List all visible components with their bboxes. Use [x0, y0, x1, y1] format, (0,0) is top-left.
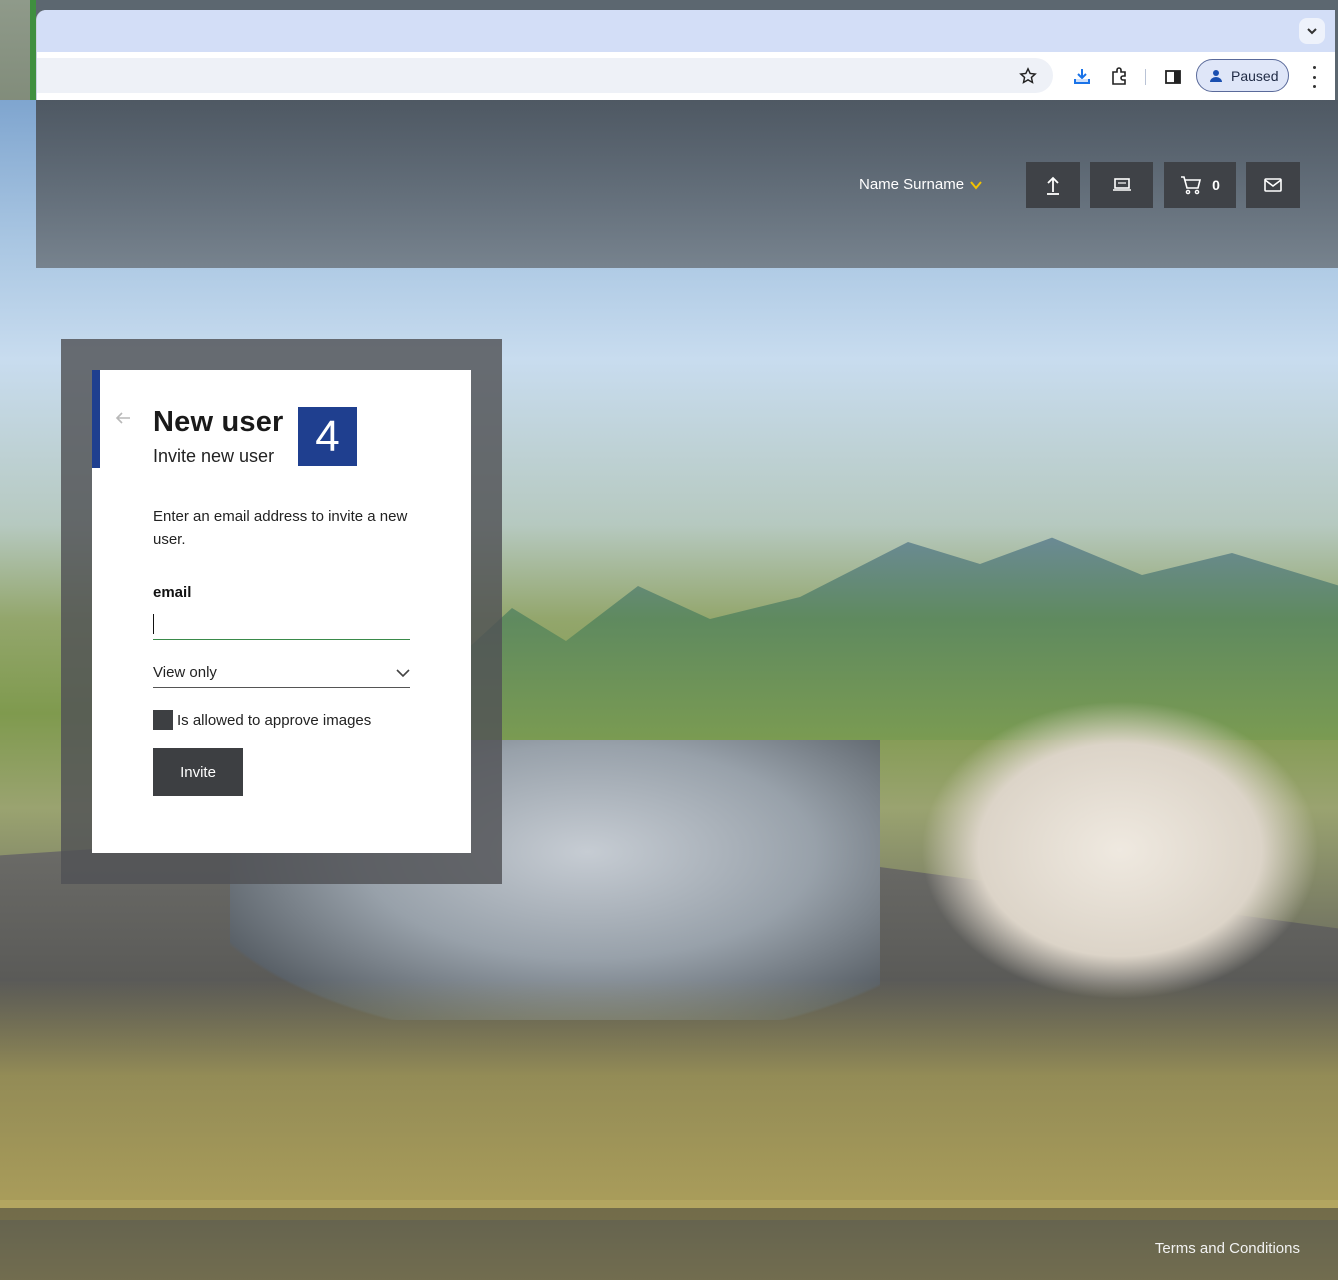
- background-cow: [920, 700, 1320, 1000]
- dialog-accent-bar: [92, 370, 100, 468]
- user-menu[interactable]: Name Surname: [859, 176, 982, 193]
- upload-button[interactable]: [1026, 162, 1080, 208]
- side-panel-icon[interactable]: [1162, 66, 1184, 88]
- site-footer: Terms and Conditions: [0, 1208, 1338, 1280]
- dialog-description: Enter an email address to invite a new u…: [153, 508, 408, 548]
- email-label: email: [153, 584, 192, 601]
- approve-images-label: Is allowed to approve images: [177, 711, 372, 729]
- background-grass: [0, 980, 1338, 1220]
- role-select-value: View only: [153, 664, 217, 681]
- dialog-subtitle: Invite new user: [153, 446, 275, 466]
- person-icon: [1210, 69, 1222, 82]
- new-user-dialog: New user Invite new user 4 Enter an emai…: [92, 370, 471, 853]
- cart-count: 0: [1212, 177, 1220, 193]
- upload-icon: [1047, 176, 1059, 195]
- tab-search-button[interactable]: [1299, 18, 1325, 44]
- lightbox-button[interactable]: [1090, 162, 1153, 208]
- browser-chrome: Paused: [36, 10, 1335, 100]
- profile-status-label: Paused: [1231, 67, 1279, 84]
- chevron-down-icon: [1307, 28, 1317, 35]
- download-icon[interactable]: [1071, 66, 1093, 88]
- browser-menu-icon[interactable]: [1309, 66, 1319, 88]
- approve-images-checkbox[interactable]: [153, 710, 173, 730]
- extensions-puzzle-icon[interactable]: [1108, 66, 1130, 88]
- back-arrow-icon[interactable]: [114, 410, 132, 426]
- messages-button[interactable]: [1246, 162, 1300, 208]
- terms-link[interactable]: Terms and Conditions: [1155, 1240, 1300, 1257]
- page: Name Surname 0 New user Invite new user …: [0, 100, 1338, 1280]
- dialog-title: New user: [153, 406, 284, 438]
- cart-button[interactable]: 0: [1164, 162, 1236, 208]
- invite-button[interactable]: Invite: [153, 748, 243, 796]
- chevron-down-icon: [970, 180, 982, 190]
- mail-icon: [1264, 178, 1282, 192]
- toolbar-separator: [1145, 69, 1146, 85]
- chevron-down-icon: [396, 668, 410, 677]
- cart-icon: [1181, 176, 1202, 195]
- user-name: Name Surname: [859, 176, 965, 193]
- role-select[interactable]: View only: [153, 658, 410, 688]
- address-bar[interactable]: [37, 58, 1053, 93]
- bookmark-star-icon[interactable]: [1019, 67, 1037, 85]
- profile-button[interactable]: Paused: [1196, 59, 1289, 92]
- email-field[interactable]: [153, 610, 410, 640]
- screen-icon: [1112, 178, 1131, 191]
- approve-images-option: Is allowed to approve images: [153, 710, 371, 730]
- browser-toolbar: Paused: [37, 52, 1335, 100]
- text-caret: [153, 614, 154, 634]
- tab-strip: [37, 10, 1335, 52]
- step-number-badge: 4: [298, 407, 357, 466]
